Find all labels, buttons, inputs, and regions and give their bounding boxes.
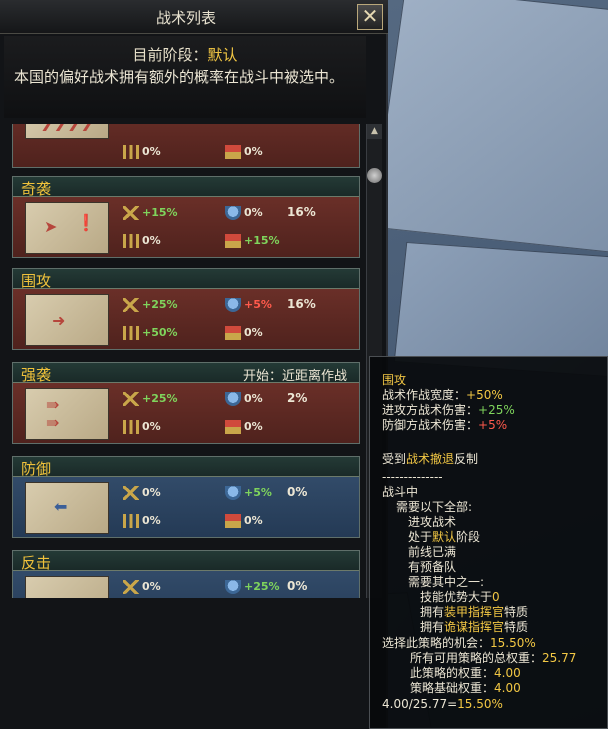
shield-icon <box>225 392 241 406</box>
attack-icon <box>123 392 139 406</box>
speed-stat: 0% <box>123 420 161 434</box>
tooltip-chance-row: 选择此策略的机会：15.50% <box>382 636 536 650</box>
tactic-illustration: ⇛ ⇛ <box>25 388 109 440</box>
tooltip-attack-row: 进攻方战术伤害：+25% <box>382 403 515 417</box>
shield-icon <box>225 206 241 220</box>
tactic-chance: 0% <box>287 579 308 593</box>
flag-icon <box>225 234 241 248</box>
phase-header: 目前阶段：默认 本国的偏好战术拥有额外的概率在战斗中被选中。 <box>4 36 366 118</box>
tooltip-cond-phase: 处于默认阶段 <box>408 530 481 544</box>
attack-icon <box>123 486 139 500</box>
speed-icon <box>123 234 139 248</box>
tactic-card-defend[interactable]: 防御 ⬅ 0% +5% 0% 0% 0% <box>12 456 360 538</box>
tactic-illustration <box>25 576 109 598</box>
tactic-illustration: ➜ <box>25 294 109 346</box>
tooltip-weight-row: 此策略的权重：4.00 <box>410 666 521 680</box>
attack-stat: +25% <box>123 298 178 312</box>
speed-icon <box>123 514 139 528</box>
attack-stat: 0% <box>123 486 161 500</box>
attack-stat: 0% <box>123 580 161 594</box>
tactic-card-ambush[interactable]: 奇袭 ➤ ❗ +15% 0% 16% 0% +15% <box>12 176 360 258</box>
tactic-card-counterattack[interactable]: 反击 0% +25% 0% <box>12 550 360 598</box>
tooltip-title: 围攻 <box>382 373 407 387</box>
flag-icon <box>225 145 241 159</box>
flag-icon <box>225 420 241 434</box>
tactic-name: 奇袭 <box>21 180 52 198</box>
attack-icon <box>123 298 139 312</box>
speed-icon <box>123 145 139 159</box>
flag-icon <box>225 514 241 528</box>
tactics-list: ❯❯❯❯ 0% 0% 奇袭 ➤❗ +15% 0% 16% 0% +15% 围攻 … <box>4 124 362 598</box>
phase-value: 默认 <box>207 46 238 64</box>
tactic-chance: 16% <box>287 205 316 219</box>
defense-stat: 0% <box>225 392 263 406</box>
flag-icon <box>225 326 241 340</box>
scroll-knob[interactable] <box>367 168 382 183</box>
phase-label: 目前阶段： <box>132 46 208 64</box>
tactic-chance: 2% <box>287 391 308 405</box>
defense-stat: +5% <box>225 298 272 312</box>
tooltip-needs-all: 需要以下全部: <box>396 500 473 514</box>
tooltip-formula-row: 4.00/25.77=15.50% <box>382 697 503 711</box>
attack-icon <box>123 580 139 594</box>
tooltip-opt-skill: 技能优势大于0 <box>420 590 500 604</box>
tooltip-opt-armor: 拥有装甲指挥官特质 <box>420 605 529 619</box>
defense-stat: +5% <box>225 486 272 500</box>
tooltip-cond-attack: 进攻战术 <box>408 515 457 529</box>
defense-stat: +25% <box>225 580 280 594</box>
tactic-name: 围攻 <box>21 272 52 290</box>
tooltip-separator: -------------- <box>382 470 443 484</box>
speed-stat: 0% <box>123 145 161 159</box>
tooltip-total-row: 所有可用策略的总权重：25.77 <box>410 651 577 665</box>
tactic-chance: 0% <box>287 485 308 499</box>
tactic-requirement: 开始：近距离作战 <box>242 369 347 384</box>
current-phase: 目前阶段：默认 <box>4 44 366 65</box>
shield-icon <box>225 486 241 500</box>
tooltip-in-battle: 战斗中 <box>382 485 419 499</box>
background-wall-tile <box>371 0 608 253</box>
tooltip-base-row: 策略基础权重：4.00 <box>410 681 521 695</box>
tooltip-width-row: 战术作战宽度：+50% <box>382 388 503 402</box>
flag-stat: 0% <box>225 145 263 159</box>
tactic-name: 强袭 <box>21 366 52 384</box>
tooltip-counter-row: 受到战术撤退反制 <box>382 452 479 466</box>
flag-stat: 0% <box>225 514 263 528</box>
tactics-window: 战术列表 ✕ 目前阶段：默认 本国的偏好战术拥有额外的概率在战斗中被选中。 ❯❯… <box>0 0 388 729</box>
tooltip-cond-reserve: 有预备队 <box>408 560 457 574</box>
tactic-illustration: ❯❯❯❯ <box>25 124 109 139</box>
shield-icon <box>225 298 241 312</box>
scroll-up-icon[interactable]: ▲ <box>367 124 382 139</box>
tooltip-defense-row: 防御方战术伤害：+5% <box>382 418 508 432</box>
tactic-illustration: ➤ ❗ <box>25 202 109 254</box>
speed-icon <box>123 420 139 434</box>
flag-stat: +15% <box>225 234 280 248</box>
speed-stat: 0% <box>123 514 161 528</box>
tooltip-opt-trick: 拥有诡谋指挥官特质 <box>420 620 529 634</box>
tactic-illustration: ⬅ <box>25 482 109 534</box>
flag-stat: 0% <box>225 326 263 340</box>
speed-stat: 0% <box>123 234 161 248</box>
window-title: 战术列表 <box>155 9 216 27</box>
tooltip-needs-one: 需要其中之一: <box>408 575 485 589</box>
close-button[interactable]: ✕ <box>357 4 383 30</box>
tactic-tooltip: 围攻 战术作战宽度：+50% 进攻方战术伤害：+25% 防御方战术伤害：+5% … <box>369 356 608 729</box>
window-titlebar: 战术列表 ✕ <box>0 0 388 34</box>
flag-stat: 0% <box>225 420 263 434</box>
tactic-card-siege[interactable]: 围攻 ➜ +25% +5% 16% +50% 0% <box>12 268 360 350</box>
phase-description: 本国的偏好战术拥有额外的概率在战斗中被选中。 <box>14 68 345 86</box>
speed-icon <box>123 326 139 340</box>
tactic-card-assault[interactable]: 强袭 开始：近距离作战 ⇛ ⇛ +25% 0% 2% 0% 0% <box>12 362 360 444</box>
tactic-chance: 16% <box>287 297 316 311</box>
tactic-name: 反击 <box>21 554 52 572</box>
tactic-card[interactable]: ❯❯❯❯ 0% 0% <box>12 124 360 168</box>
shield-icon <box>225 580 241 594</box>
tactic-name: 防御 <box>21 460 52 478</box>
attack-stat: +25% <box>123 392 178 406</box>
tooltip-cond-frontline: 前线已满 <box>408 545 457 559</box>
defense-stat: 0% <box>225 206 263 220</box>
speed-stat: +50% <box>123 326 178 340</box>
attack-stat: +15% <box>123 206 178 220</box>
attack-icon <box>123 206 139 220</box>
